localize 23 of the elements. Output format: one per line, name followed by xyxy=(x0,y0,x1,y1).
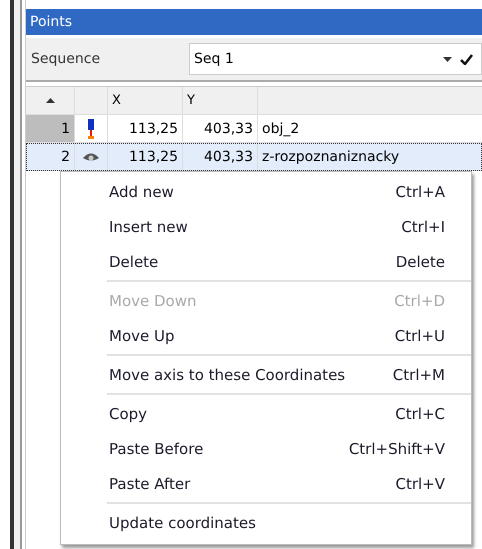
column-header[interactable]: Y xyxy=(183,87,258,114)
eye-icon xyxy=(82,152,100,162)
menu-item[interactable]: Insert new Ctrl+I xyxy=(61,209,471,244)
sequence-dropdown[interactable]: Seq 1 xyxy=(189,43,482,75)
checkmark-icon[interactable] xyxy=(460,54,473,64)
column-header[interactable] xyxy=(258,87,482,114)
column-header[interactable]: X xyxy=(108,87,183,114)
table-row[interactable]: 2 113,25 403,33 z-rozpoznaniznacky xyxy=(26,143,482,171)
menu-item[interactable]: Update coordinates xyxy=(61,505,471,540)
sequence-label: Sequence xyxy=(31,51,102,67)
menu-item[interactable]: Paste Before Ctrl+Shift+V xyxy=(61,431,471,466)
panel-title: Points xyxy=(26,9,482,35)
menu-item[interactable]: Move Up Ctrl+U xyxy=(61,318,471,353)
menu-item[interactable]: Paste After Ctrl+V xyxy=(61,466,471,501)
dropdown-arrow-icon[interactable] xyxy=(443,56,452,62)
menu-item[interactable]: Move axis to these Coordinates Ctrl+M xyxy=(61,357,471,392)
sort-header[interactable] xyxy=(26,87,75,114)
menu-item[interactable]: Delete Delete xyxy=(61,244,471,279)
sort-ascending-icon xyxy=(46,98,54,103)
tool-icon xyxy=(87,118,95,138)
menu-item[interactable]: Copy Ctrl+C xyxy=(61,396,471,431)
column-header[interactable] xyxy=(75,87,108,114)
menu-item[interactable]: Add new Ctrl+A xyxy=(61,174,471,209)
